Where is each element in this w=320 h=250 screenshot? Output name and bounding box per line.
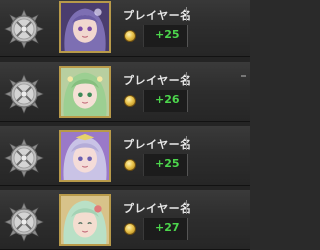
divider xyxy=(186,136,187,150)
player-name: プレイヤー名 xyxy=(123,138,192,151)
list-item[interactable]: プレイヤー名 +27 xyxy=(0,190,250,250)
divider xyxy=(187,154,188,176)
coin-icon xyxy=(124,95,136,107)
divider xyxy=(186,7,187,21)
coin-icon xyxy=(124,223,136,235)
rank-medal-icon xyxy=(4,74,44,114)
divider xyxy=(187,218,188,240)
silver-hair-girl-icon xyxy=(61,132,109,180)
list-item[interactable]: プレイヤー名 +25 xyxy=(0,126,250,186)
player-name: プレイヤー名 xyxy=(123,9,192,22)
character-portrait xyxy=(59,66,111,118)
divider xyxy=(187,90,188,112)
rank-medal-icon xyxy=(4,202,44,242)
character-portrait xyxy=(59,1,111,53)
divider xyxy=(186,200,187,214)
rank-medal-icon xyxy=(4,138,44,178)
player-name: プレイヤー名 xyxy=(123,202,192,215)
list-item[interactable]: プレイヤー名 +26 xyxy=(0,62,250,122)
score-value: +27 xyxy=(155,221,180,234)
list-item[interactable]: プレイヤー名 +25 xyxy=(0,0,250,57)
score-value: +25 xyxy=(155,157,180,170)
divider xyxy=(186,72,187,86)
rank-medal-icon xyxy=(4,9,44,49)
character-portrait xyxy=(59,130,111,182)
purple-hair-girl-icon xyxy=(61,3,109,51)
green-hair-girl-icon xyxy=(61,68,109,116)
player-name: プレイヤー名 xyxy=(123,74,192,87)
character-portrait xyxy=(59,194,111,246)
divider xyxy=(241,75,246,77)
mint-hair-girl-icon xyxy=(61,196,109,244)
score-value: +26 xyxy=(155,93,180,106)
score-value: +25 xyxy=(155,28,180,41)
divider xyxy=(187,25,188,47)
coin-icon xyxy=(124,30,136,42)
coin-icon xyxy=(124,159,136,171)
ranking-list: プレイヤー名 +25 プレイヤー名 +26 プレイヤー名 +25 プレイヤー名 … xyxy=(0,0,250,250)
